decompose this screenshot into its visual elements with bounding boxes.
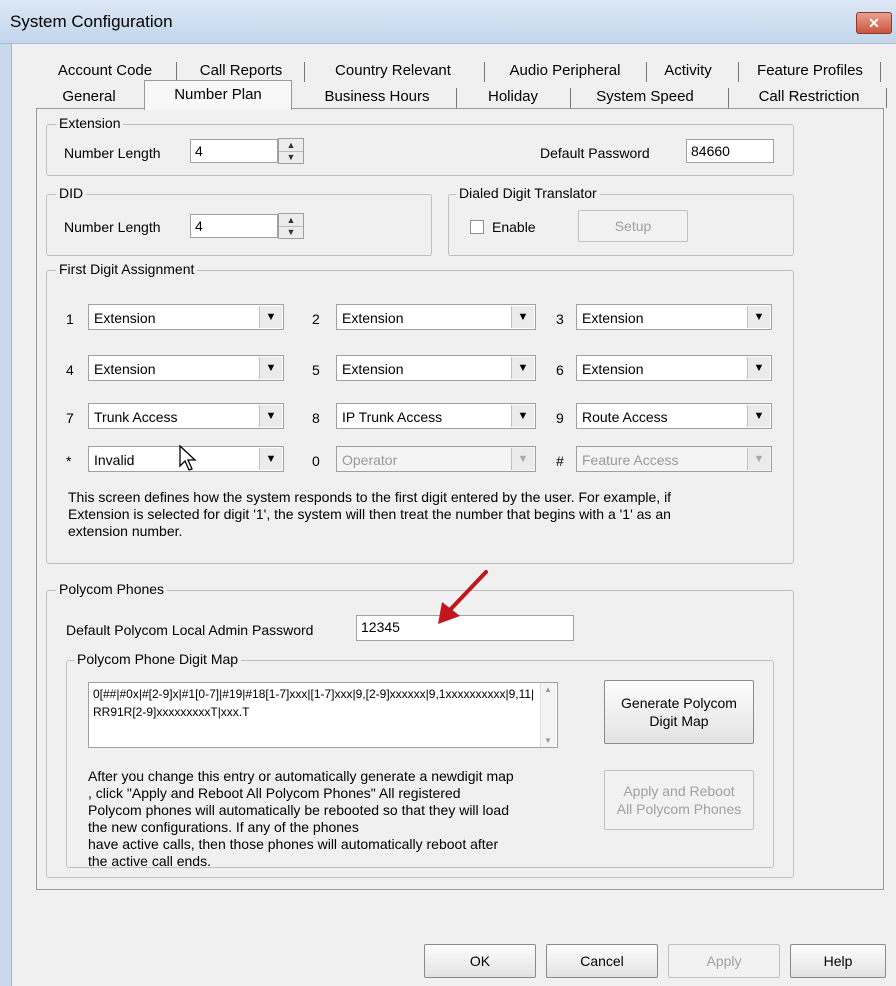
tab-activity[interactable]: Activity xyxy=(652,58,724,84)
tab-separator xyxy=(728,88,729,108)
apply-and-reboot-button[interactable]: Apply and Reboot All Polycom Phones xyxy=(604,770,754,830)
annotation-arrow-icon xyxy=(438,570,488,624)
window-left-border xyxy=(0,44,12,986)
tab-audio-peripheral[interactable]: Audio Peripheral xyxy=(490,58,640,84)
digit-label: 0 xyxy=(312,453,320,469)
first-digit-description: This screen defines how the system respo… xyxy=(68,489,672,539)
tab-separator xyxy=(880,62,881,82)
digit-5-select[interactable]: Extension ▼ xyxy=(336,355,536,381)
digit-label: 7 xyxy=(66,410,74,426)
spin-down-icon[interactable]: ▼ xyxy=(279,226,303,238)
tab-country-relevant[interactable]: Country Relevant xyxy=(312,58,474,84)
tab-separator xyxy=(484,62,485,82)
scroll-down-icon[interactable]: ▼ xyxy=(544,736,552,745)
dropdown-arrow-icon[interactable]: ▼ xyxy=(747,357,770,379)
close-button[interactable]: ✕ xyxy=(856,12,892,34)
digit-map-scrollbar[interactable]: ▲ ▼ xyxy=(540,683,556,747)
tab-holiday[interactable]: Holiday xyxy=(466,84,560,110)
tab-separator xyxy=(738,62,739,82)
spin-down-icon[interactable]: ▼ xyxy=(279,151,303,163)
did-number-length-label: Number Length xyxy=(64,219,161,235)
tab-feature-profiles[interactable]: Feature Profiles xyxy=(746,58,874,84)
digit-1-select[interactable]: Extension ▼ xyxy=(88,304,284,330)
default-password-input[interactable]: 84660 xyxy=(686,139,774,163)
digit-4-select[interactable]: Extension ▼ xyxy=(88,355,284,381)
close-icon: ✕ xyxy=(868,15,880,31)
digit-label: 5 xyxy=(312,362,320,378)
digit-label: 2 xyxy=(312,311,320,327)
dropdown-arrow-icon[interactable]: ▼ xyxy=(747,448,770,470)
cancel-button[interactable]: Cancel xyxy=(546,944,658,978)
digit-label: 4 xyxy=(66,362,74,378)
ddt-enable-label: Enable xyxy=(492,219,536,235)
dropdown-arrow-icon[interactable]: ▼ xyxy=(511,357,534,379)
dropdown-arrow-icon[interactable]: ▼ xyxy=(511,306,534,328)
dropdown-arrow-icon[interactable]: ▼ xyxy=(747,405,770,427)
digit-7-select[interactable]: Trunk Access ▼ xyxy=(88,403,284,429)
help-button[interactable]: Help xyxy=(790,944,886,978)
apply-button[interactable]: Apply xyxy=(668,944,780,978)
dropdown-arrow-icon[interactable]: ▼ xyxy=(259,306,282,328)
did-number-length-spinner[interactable]: ▲ ▼ xyxy=(278,213,304,239)
tab-separator xyxy=(456,88,457,108)
digit-0-select[interactable]: Operator ▼ xyxy=(336,446,536,472)
dropdown-arrow-icon[interactable]: ▼ xyxy=(511,448,534,470)
window-title: System Configuration xyxy=(10,12,173,31)
digit-label: # xyxy=(556,453,564,469)
dropdown-arrow-icon[interactable]: ▼ xyxy=(747,306,770,328)
dropdown-arrow-icon[interactable]: ▼ xyxy=(259,357,282,379)
did-number-length-input[interactable]: 4 xyxy=(190,214,278,238)
tab-separator xyxy=(570,88,571,108)
extension-number-length-spinner[interactable]: ▲ ▼ xyxy=(278,138,304,164)
polycom-info-text: After you change this entry or automatic… xyxy=(88,768,514,869)
tab-separator xyxy=(886,88,887,108)
digit-6-select[interactable]: Extension ▼ xyxy=(576,355,772,381)
dropdown-arrow-icon[interactable]: ▼ xyxy=(511,405,534,427)
extension-number-length-label: Number Length xyxy=(64,145,161,161)
default-password-label: Default Password xyxy=(540,145,650,161)
extension-number-length-input[interactable]: 4 xyxy=(190,139,278,163)
digit-8-select[interactable]: IP Trunk Access ▼ xyxy=(336,403,536,429)
polycom-digit-map-title: Polycom Phone Digit Map xyxy=(74,651,242,667)
digit-label: 3 xyxy=(556,311,564,327)
tab-system-speed[interactable]: System Speed xyxy=(578,84,712,110)
first-digit-assignment-title: First Digit Assignment xyxy=(56,261,198,277)
tab-separator xyxy=(646,62,647,82)
dialed-digit-translator-title: Dialed Digit Translator xyxy=(456,185,600,201)
digit-2-select[interactable]: Extension ▼ xyxy=(336,304,536,330)
polycom-admin-password-label: Default Polycom Local Admin Password xyxy=(66,622,314,638)
tab-general[interactable]: General xyxy=(44,84,134,110)
dropdown-arrow-icon[interactable]: ▼ xyxy=(259,405,282,427)
digit-label: * xyxy=(66,453,72,469)
scroll-up-icon[interactable]: ▲ xyxy=(544,685,552,694)
ok-button[interactable]: OK xyxy=(424,944,536,978)
digit-label: 8 xyxy=(312,410,320,426)
generate-polycom-digit-map-button[interactable]: Generate Polycom Digit Map xyxy=(604,680,754,744)
digit-label: 9 xyxy=(556,410,564,426)
tab-separator xyxy=(176,62,177,82)
extension-group-title: Extension xyxy=(56,115,124,131)
digit-3-select[interactable]: Extension ▼ xyxy=(576,304,772,330)
digit-9-select[interactable]: Route Access ▼ xyxy=(576,403,772,429)
tab-separator xyxy=(304,62,305,82)
tab-call-restriction[interactable]: Call Restriction xyxy=(738,84,880,110)
digit-label: 1 xyxy=(66,311,74,327)
digit-map-textarea[interactable]: 0[##|#0x|#[2-9]x|#1[0-7]|#19|#18[1-7]xxx… xyxy=(88,682,558,748)
polycom-phones-title: Polycom Phones xyxy=(56,581,168,597)
tab-number-plan[interactable]: Number Plan xyxy=(144,80,292,110)
ddt-enable-checkbox[interactable] xyxy=(470,220,484,234)
mouse-cursor-icon xyxy=(179,444,197,471)
did-group-title: DID xyxy=(56,185,87,201)
digit-hash-select[interactable]: Feature Access ▼ xyxy=(576,446,772,472)
digit-label: 6 xyxy=(556,362,564,378)
setup-button[interactable]: Setup xyxy=(578,210,688,242)
tab-business-hours[interactable]: Business Hours xyxy=(306,84,448,110)
dropdown-arrow-icon[interactable]: ▼ xyxy=(259,448,282,470)
